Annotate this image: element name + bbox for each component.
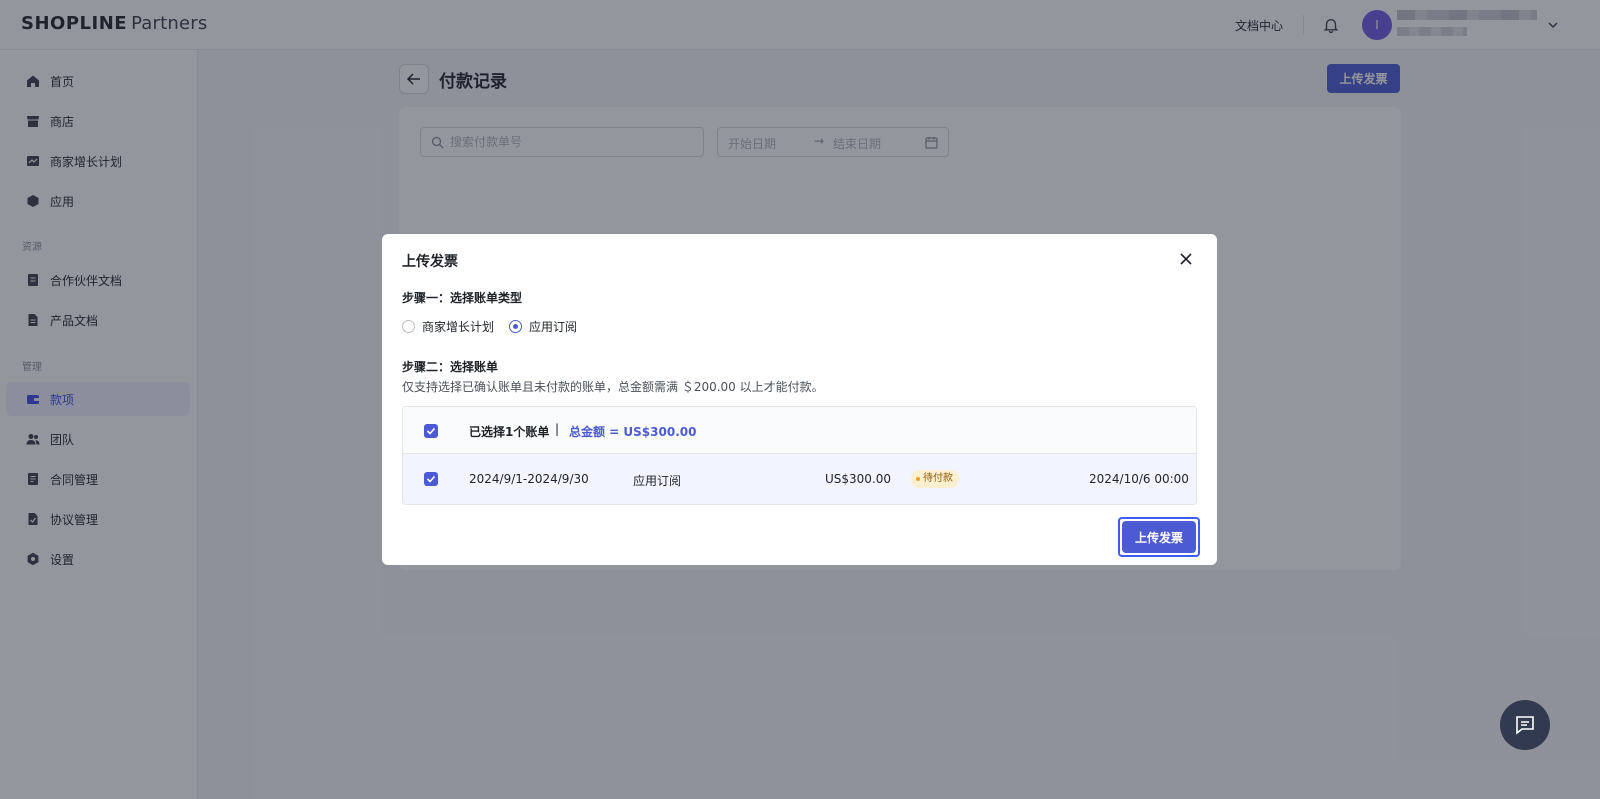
bill-amount: US$300.00 <box>825 472 892 486</box>
step2-label: 步骤二：选择账单 <box>402 360 499 374</box>
radio-label: 商家增长计划 <box>422 320 495 334</box>
table-row[interactable]: 2024/9/1-2024/9/30 应用订阅 US$300.00 待付款 20… <box>403 454 1196 504</box>
radio-growth-plan[interactable]: 商家增长计划 <box>402 317 497 335</box>
modal-upload-button[interactable]: 上传发票 <box>1122 521 1196 553</box>
chat-button[interactable] <box>1500 700 1550 750</box>
check-icon <box>426 427 436 435</box>
header-separator: | <box>555 422 560 436</box>
requirement-note: 仅支持选择已确认账单且未付款的账单，总金额需满 ＄200.00 以上才能付款。 <box>402 380 824 394</box>
radio-circle[interactable] <box>509 320 522 333</box>
status-badge: 待付款 <box>911 470 959 488</box>
table-header: 已选择1个账单 | 总金额 = US$300.00 <box>403 407 1196 454</box>
bill-period: 2024/9/1-2024/9/30 <box>469 472 589 486</box>
select-all-checkbox[interactable] <box>424 424 438 438</box>
total-amount: 总金额 = US$300.00 <box>569 425 697 439</box>
step1-label: 步骤一：选择账单类型 <box>402 291 523 305</box>
bill-table: 已选择1个账单 | 总金额 = US$300.00 2024/9/1-2024/… <box>402 406 1197 505</box>
radio-app-subscription[interactable]: 应用订阅 <box>509 317 579 335</box>
bill-date: 2024/10/6 00:00 <box>1089 472 1189 486</box>
upload-invoice-modal: 上传发票 步骤一：选择账单类型 商家增长计划 应用订阅 步骤二：选择账单 仅支持… <box>382 234 1217 565</box>
selected-count: 已选择1个账单 <box>469 425 550 439</box>
bill-type: 应用订阅 <box>633 474 682 488</box>
close-icon[interactable] <box>1178 251 1194 267</box>
row-checkbox[interactable] <box>424 472 438 486</box>
radio-label: 应用订阅 <box>529 320 578 334</box>
modal-title: 上传发票 <box>402 254 458 270</box>
check-icon <box>426 475 436 483</box>
radio-circle[interactable] <box>402 320 415 333</box>
chat-icon <box>1516 716 1534 735</box>
